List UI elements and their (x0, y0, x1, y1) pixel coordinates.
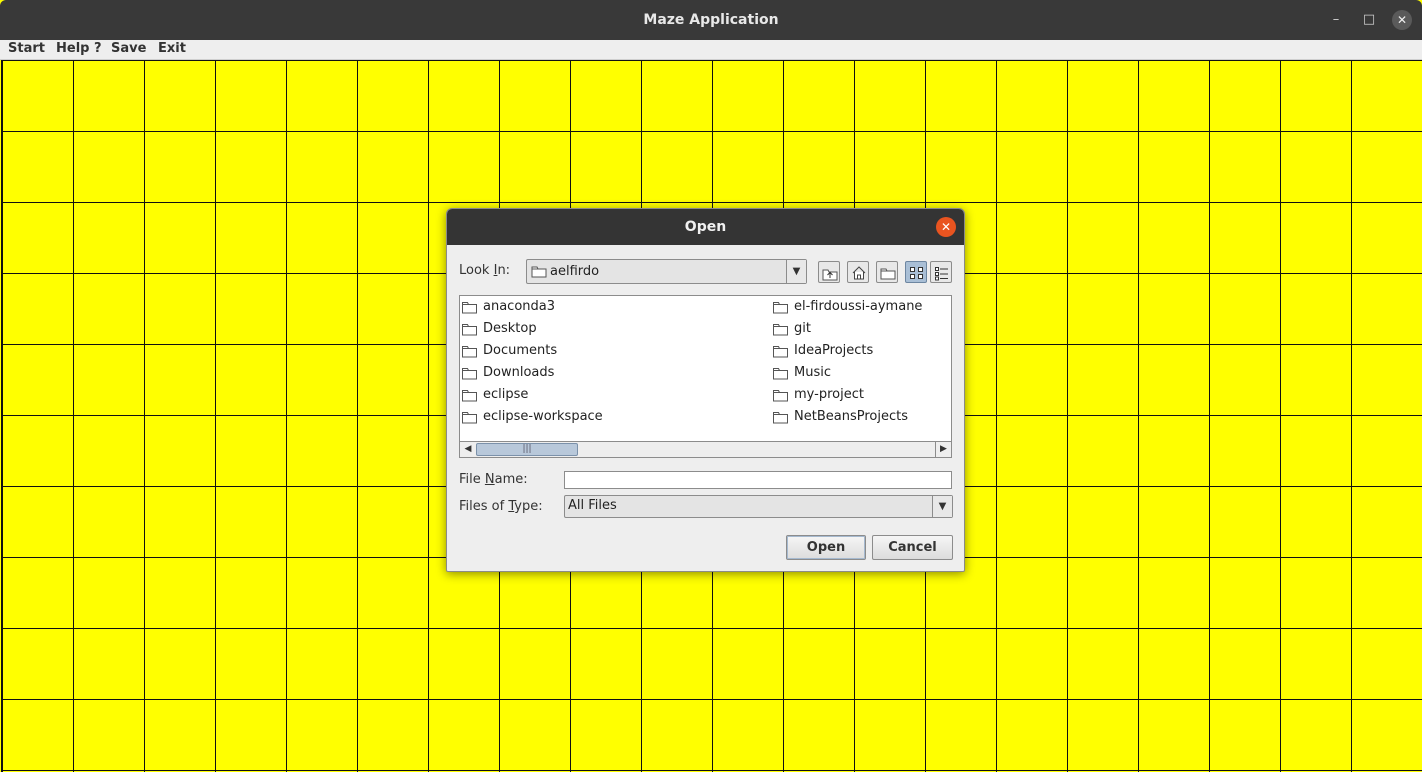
folder-item[interactable]: git (773, 319, 1003, 339)
files-of-type-label-prefix: Files of (459, 499, 509, 514)
folder-name: git (794, 321, 811, 336)
menu-save[interactable]: Save (111, 40, 146, 60)
folder-name: el-firdoussi-aymane (794, 299, 923, 314)
folder-name: IdeaProjects (794, 343, 874, 358)
folder-item[interactable]: anaconda3 (462, 297, 692, 317)
home-icon (852, 266, 866, 280)
file-name-label-mnemonic: N (484, 472, 495, 487)
folder-icon (462, 368, 477, 380)
file-name-label-prefix: File (459, 472, 485, 487)
folder-item[interactable]: eclipse-workspace (462, 407, 692, 427)
folder-item[interactable]: Documents (462, 341, 692, 361)
new-folder-button[interactable] (876, 261, 898, 283)
folder-item[interactable]: Music (773, 363, 1003, 383)
folder-name: Music (794, 365, 831, 380)
window-titlebar[interactable]: Maze Application – □ ✕ (0, 0, 1422, 40)
dialog-title: Open (684, 219, 727, 235)
list-view-icon (910, 267, 923, 279)
folder-name: Downloads (483, 365, 555, 380)
home-button[interactable] (847, 261, 869, 283)
folder-icon (531, 266, 547, 278)
file-name-input[interactable] (564, 471, 952, 489)
files-of-type-label: Files of Type: (459, 499, 543, 514)
minimize-button[interactable]: – (1326, 10, 1346, 30)
file-list[interactable]: anaconda3 Desktop Documents Downloads eclips… (459, 295, 952, 458)
chevron-down-icon[interactable]: ▼ (786, 260, 806, 283)
look-in-dropdown[interactable]: aelfirdo ▼ (526, 259, 807, 284)
folder-icon (462, 324, 477, 336)
folder-icon (773, 302, 788, 314)
folder-name: anaconda3 (483, 299, 556, 314)
folder-item[interactable]: IdeaProjects (773, 341, 1003, 361)
folder-icon (462, 346, 477, 358)
folder-icon (773, 412, 788, 424)
files-of-type-dropdown[interactable]: All Files ▼ (564, 495, 953, 518)
folder-icon (773, 368, 788, 380)
folder-name: eclipse-workspace (483, 409, 603, 424)
folder-name: eclipse (483, 387, 529, 402)
close-window-button[interactable]: ✕ (1392, 10, 1412, 30)
look-in-label-prefix: Look (459, 263, 494, 278)
look-in-label: Look In: (459, 263, 510, 278)
folder-name: Desktop (483, 321, 537, 336)
window-title: Maze Application (643, 12, 779, 28)
dialog-titlebar[interactable]: Open ✕ (447, 209, 964, 245)
folder-icon (773, 346, 788, 358)
file-name-label: File Name: (459, 472, 528, 487)
menu-start[interactable]: Start (8, 40, 45, 60)
folder-name: NetBeansProjects (794, 409, 908, 424)
look-in-label-suffix: n: (497, 263, 511, 278)
up-one-level-button[interactable] (818, 261, 840, 283)
folder-item[interactable]: el-firdoussi-aymane (773, 297, 1003, 317)
folder-icon (462, 412, 477, 424)
details-view-button[interactable] (930, 261, 952, 283)
open-file-dialog: Open ✕ Look In: aelfirdo ▼ anaconda3 Des… (446, 208, 965, 572)
new-folder-icon (880, 268, 896, 280)
folder-item[interactable]: Downloads (462, 363, 692, 383)
folder-item[interactable]: Desktop (462, 319, 692, 339)
cancel-button[interactable]: Cancel (872, 535, 953, 560)
scroll-thumb[interactable]: ||| (476, 443, 578, 456)
folder-icon (462, 390, 477, 402)
folder-icon (462, 302, 477, 314)
list-view-button[interactable] (905, 261, 927, 283)
folder-icon (773, 390, 788, 402)
details-view-icon (935, 267, 948, 281)
horizontal-scrollbar[interactable]: ◀ ||| ▶ (460, 441, 951, 457)
files-of-type-value: All Files (568, 498, 617, 513)
chevron-down-icon[interactable]: ▼ (932, 496, 952, 517)
open-button[interactable]: Open (786, 535, 866, 560)
scroll-right-arrow[interactable]: ▶ (935, 442, 951, 457)
folder-item[interactable]: my-project (773, 385, 1003, 405)
folder-item[interactable]: eclipse (462, 385, 692, 405)
dialog-close-button[interactable]: ✕ (936, 217, 956, 237)
maximize-button[interactable]: □ (1359, 10, 1379, 30)
file-name-label-suffix: ame: (494, 472, 528, 487)
up-one-level-icon (822, 269, 838, 281)
folder-name: my-project (794, 387, 864, 402)
folder-name: Documents (483, 343, 558, 358)
menu-bar: Start Help ? Save Exit (0, 40, 1422, 60)
look-in-value: aelfirdo (550, 264, 600, 279)
files-of-type-label-suffix: ype: (514, 499, 543, 514)
folder-icon (773, 324, 788, 336)
menu-exit[interactable]: Exit (158, 40, 186, 60)
scroll-left-arrow[interactable]: ◀ (460, 442, 476, 457)
menu-help[interactable]: Help ? (56, 40, 102, 60)
folder-item[interactable]: NetBeansProjects (773, 407, 1003, 427)
